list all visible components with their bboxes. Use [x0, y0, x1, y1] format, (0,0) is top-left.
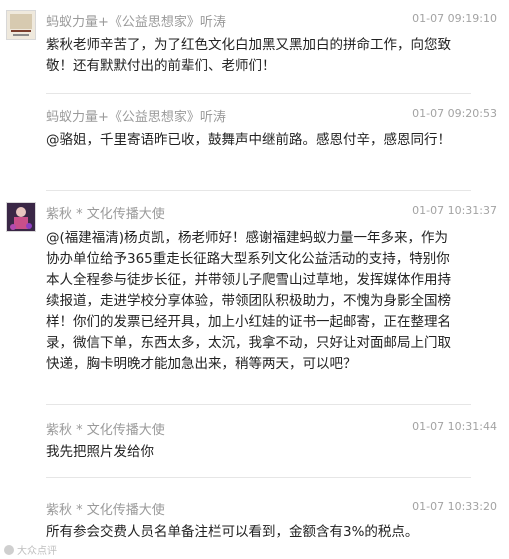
author-name[interactable]: 紫秋 * 文化传播大使 — [46, 419, 165, 438]
message-text: 紫秋老师辛苦了，为了红色文化白加黑又黑加白的拼命工作，向您致敬！还有默默付出的前… — [46, 37, 451, 74]
timestamp: 01-07 10:31:44 — [412, 420, 497, 433]
divider — [46, 477, 471, 478]
avatar[interactable] — [6, 10, 36, 40]
watermark-logo-icon — [4, 544, 14, 555]
message-text: 所有参会交费人员名单备注栏可以看到，金额含有3%的税点。 — [46, 524, 419, 540]
divider — [46, 190, 471, 191]
timestamp: 01-07 10:33:20 — [412, 500, 497, 513]
author-name[interactable]: 蚂蚁力量+《公益思想家》听涛 — [46, 11, 226, 30]
divider — [46, 93, 471, 94]
message-item: 蚂蚁力量+《公益思想家》听涛 01-07 09:20:53 @骆姐，千里寄语昨已… — [0, 105, 509, 180]
watermark-text: 大众点评 — [17, 546, 57, 557]
watermark: 大众点评 — [4, 542, 57, 557]
avatar[interactable] — [6, 202, 36, 232]
message-text: @骆姐，千里寄语昨已收，鼓舞声中继前路。感恩付辛，感恩同行！ — [46, 132, 451, 148]
message-item: 紫秋 * 文化传播大使 01-07 10:33:20 所有参会交费人员名单备注栏… — [0, 498, 509, 546]
message-text: 我先把照片发给你 — [46, 444, 154, 460]
message-text: @(福建福清)杨贞凯，杨老师好！感谢福建蚂蚁力量一年多来，作为协办单位给予365… — [46, 230, 451, 372]
author-name[interactable]: 紫秋 * 文化传播大使 — [46, 203, 165, 222]
message-item: 紫秋 * 文化传播大使 01-07 10:31:37 @(福建福清)杨贞凯，杨老… — [0, 202, 509, 392]
ant-power-avatar-icon — [7, 11, 35, 39]
purple-flower-avatar-icon — [7, 203, 35, 231]
divider — [46, 404, 471, 405]
message-item: 蚂蚁力量+《公益思想家》听涛 01-07 09:19:10 紫秋老师辛苦了，为了… — [0, 10, 509, 85]
message-item: 紫秋 * 文化传播大使 01-07 10:31:44 我先把照片发给你 — [0, 418, 509, 468]
author-name[interactable]: 蚂蚁力量+《公益思想家》听涛 — [46, 106, 226, 125]
timestamp: 01-07 09:20:53 — [412, 107, 497, 120]
timestamp: 01-07 10:31:37 — [412, 204, 497, 217]
timestamp: 01-07 09:19:10 — [412, 12, 497, 25]
author-name[interactable]: 紫秋 * 文化传播大使 — [46, 499, 165, 518]
